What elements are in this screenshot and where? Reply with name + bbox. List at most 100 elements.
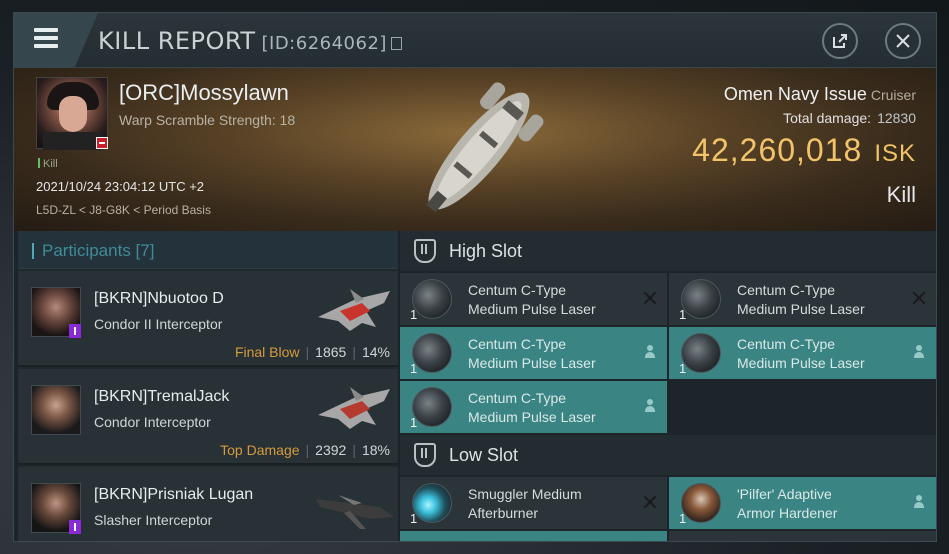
participant-row[interactable]: [BKRN]TremalJack Condor Interceptor Top …: [18, 369, 398, 465]
close-icon: [896, 34, 910, 48]
item-name: 'Pilfer' Adaptive Armor Hardener: [737, 486, 838, 521]
participant-name[interactable]: [BKRN]Prisniak Lugan: [94, 486, 253, 504]
dropped-icon: [643, 399, 657, 413]
afterburner-icon: [412, 483, 452, 523]
participant-stats: Top Damage | 2392 | 18%: [220, 442, 390, 458]
item-name: Centum C-Type Medium Pulse Laser: [468, 336, 596, 371]
destroyed-icon: [643, 291, 657, 305]
fitting-item[interactable]: 1 Centum C-Type Medium Pulse Laser: [400, 381, 667, 433]
participant-row[interactable]: [BKRN]Prisniak Lugan Slasher Interceptor: [18, 467, 398, 541]
corp-badge-icon: [69, 324, 81, 338]
item-name: Centum C-Type Medium Pulse Laser: [737, 282, 865, 317]
total-damage: Total damage: 12830: [783, 110, 916, 126]
participants-title: Participants [7]: [42, 241, 155, 260]
participant-ship: Slasher Interceptor: [94, 512, 213, 528]
low-slot-label: Low Slot: [449, 445, 519, 465]
item-quantity: 1: [679, 511, 687, 526]
kill-id: [ID:6264062]: [261, 33, 387, 54]
participant-percent: 18%: [361, 442, 390, 458]
pulse-laser-icon: [412, 279, 452, 319]
fitting-panel[interactable]: High Slot 1 Centum C-Type Medium Pulse La…: [400, 231, 936, 541]
avatar[interactable]: [31, 385, 81, 435]
item-quantity: 1: [679, 361, 687, 376]
final-blow-tag: Final Blow: [234, 344, 300, 360]
isk-value: 42,260,018 ISK: [692, 132, 916, 169]
kill-tag: Kill: [38, 158, 58, 170]
title-text: KILL REPORT: [98, 27, 256, 55]
pulse-laser-icon: [412, 333, 452, 373]
participant-ship-image: [318, 387, 390, 429]
destroyed-icon: [912, 291, 926, 305]
item-quantity: 1: [410, 361, 418, 376]
total-damage-label: Total damage:: [783, 110, 872, 126]
participant-ship: Condor II Interceptor: [94, 316, 223, 332]
warp-scramble-strength: Warp Scramble Strength: 18: [119, 112, 296, 128]
ship-name: Omen Navy Issue: [723, 84, 867, 104]
item-name: Centum C-Type Medium Pulse Laser: [468, 282, 596, 317]
fitting-item-partial[interactable]: [669, 531, 936, 541]
isk-unit: ISK: [874, 140, 916, 167]
top-damage-tag: Top Damage: [220, 442, 300, 458]
item-quantity: 1: [410, 415, 418, 430]
participant-ship-image: [318, 289, 390, 331]
fitting-item-partial[interactable]: [400, 531, 667, 541]
kill-report-window: KILL REPORT [ID:6264062] [ORC]Mossylawn W…: [13, 12, 937, 542]
item-name: Smuggler Medium Afterburner: [468, 486, 582, 521]
item-name: Centum C-Type Medium Pulse Laser: [737, 336, 865, 371]
kill-datetime: 2021/10/24 23:04:12 UTC +2: [36, 179, 205, 194]
menu-icon: [34, 44, 58, 48]
kill-result: Kill: [886, 182, 916, 207]
participant-row[interactable]: [BKRN]Nbuotoo D Condor II Interceptor Fi…: [18, 271, 398, 367]
fitting-item[interactable]: 1 'Pilfer' Adaptive Armor Hardener: [669, 477, 936, 529]
close-button[interactable]: [885, 23, 921, 59]
high-slot-header: High Slot: [400, 231, 936, 271]
fitting-item[interactable]: 1 Smuggler Medium Afterburner: [400, 477, 667, 529]
victim-name[interactable]: [ORC]Mossylawn: [119, 80, 289, 106]
kill-location[interactable]: L5D-ZL < J8-G8K < Period Basis: [36, 203, 211, 217]
isk-amount: 42,260,018: [692, 132, 863, 168]
pulse-laser-icon: [681, 279, 721, 319]
share-button[interactable]: [822, 23, 858, 59]
victim-ship[interactable]: Omen Navy Issue Cruiser: [724, 84, 916, 105]
item-quantity: 1: [679, 307, 687, 322]
pulse-laser-icon: [681, 333, 721, 373]
high-slot-icon: [414, 239, 436, 263]
pulse-laser-icon: [412, 387, 452, 427]
participants-panel[interactable]: Participants [7] [BKRN]Nbuotoo D Condor …: [18, 231, 398, 541]
victim-banner: [ORC]Mossylawn Warp Scramble Strength: 1…: [14, 68, 936, 231]
fitting-item[interactable]: 1 Centum C-Type Medium Pulse Laser: [400, 327, 667, 379]
fitting-item[interactable]: 1 Centum C-Type Medium Pulse Laser: [669, 273, 936, 325]
ship-class: Cruiser: [870, 87, 916, 103]
hostile-badge-icon: [96, 137, 108, 149]
participant-ship: Condor Interceptor: [94, 414, 211, 430]
participant-name[interactable]: [BKRN]TremalJack: [94, 388, 229, 406]
destroyed-icon: [643, 495, 657, 509]
corp-badge-icon: [69, 520, 81, 534]
total-damage-value: 12830: [877, 110, 916, 126]
menu-icon: [34, 28, 58, 32]
victim-ship-image[interactable]: [399, 73, 559, 228]
fitting-item[interactable]: 1 Centum C-Type Medium Pulse Laser: [669, 327, 936, 379]
item-quantity: 1: [410, 511, 418, 526]
participant-percent: 14%: [361, 344, 390, 360]
dropped-icon: [643, 345, 657, 359]
copy-icon[interactable]: [390, 37, 402, 50]
title-bar: KILL REPORT [ID:6264062]: [14, 13, 936, 68]
menu-button[interactable]: [14, 13, 98, 68]
participant-ship-image: [316, 495, 394, 529]
fitting-item[interactable]: 1 Centum C-Type Medium Pulse Laser: [400, 273, 667, 325]
participant-damage: 2392: [315, 442, 347, 458]
window-title: KILL REPORT [ID:6264062]: [98, 27, 402, 55]
participant-damage: 1865: [315, 344, 347, 360]
dropped-icon: [912, 495, 926, 509]
participant-stats: Final Blow | 1865 | 14%: [234, 344, 390, 360]
item-name: Centum C-Type Medium Pulse Laser: [468, 390, 596, 425]
participant-name[interactable]: [BKRN]Nbuotoo D: [94, 290, 224, 308]
share-icon: [833, 34, 847, 48]
low-slot-icon: [414, 443, 436, 467]
high-slot-label: High Slot: [449, 241, 523, 261]
dropped-icon: [912, 345, 926, 359]
menu-icon: [34, 36, 58, 40]
item-quantity: 1: [410, 307, 418, 322]
low-slot-header: Low Slot: [400, 435, 936, 475]
